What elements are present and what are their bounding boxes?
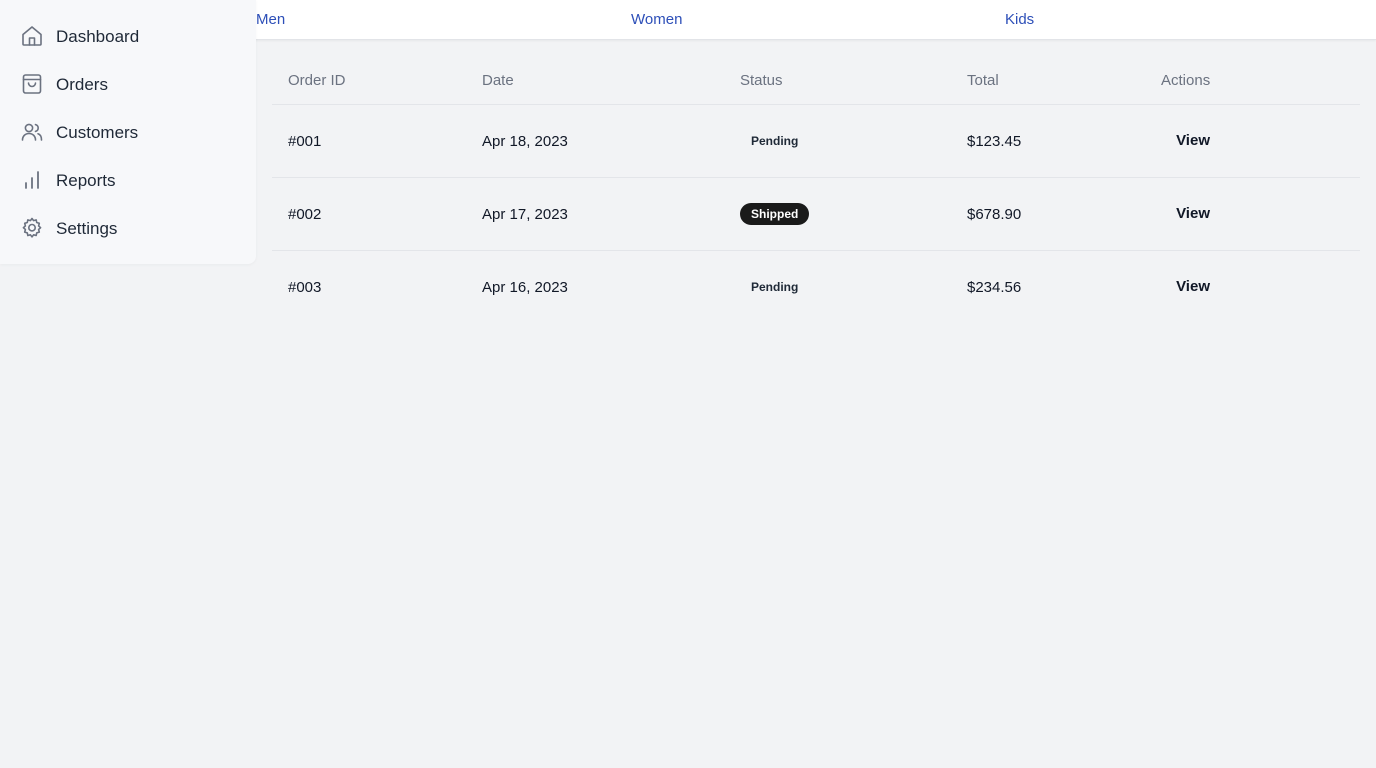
order-id: #003 bbox=[288, 279, 322, 296]
gear-icon bbox=[20, 216, 44, 240]
view-button[interactable]: View bbox=[1176, 205, 1210, 222]
order-total: $123.45 bbox=[967, 133, 1022, 150]
nav-link-women[interactable]: Women bbox=[631, 11, 682, 28]
table-row: #002 Apr 17, 2023 Shipped $678.90 View bbox=[272, 178, 1360, 251]
table-header: Order ID Date Status Total Actions bbox=[272, 56, 1360, 105]
view-button[interactable]: View bbox=[1176, 132, 1210, 149]
status-badge: Shipped bbox=[740, 203, 810, 225]
users-icon bbox=[20, 120, 44, 144]
status-cell: Pending bbox=[740, 276, 809, 298]
column-header-actions: Actions bbox=[1161, 72, 1211, 89]
status-cell: Pending bbox=[740, 130, 809, 152]
sidebar-item-label: Settings bbox=[56, 219, 118, 238]
sidebar-item-customers[interactable]: Customers bbox=[0, 108, 256, 156]
sidebar-item-label: Orders bbox=[56, 75, 108, 94]
order-id: #002 bbox=[288, 206, 322, 223]
sidebar-item-label: Reports bbox=[56, 171, 116, 190]
home-icon bbox=[20, 24, 44, 48]
sidebar: Dashboard Orders Customers Reports Setti… bbox=[0, 0, 256, 264]
order-total: $678.90 bbox=[967, 206, 1022, 223]
status-badge: Pending bbox=[751, 134, 799, 148]
bar-chart-icon bbox=[20, 168, 44, 192]
sidebar-item-label: Dashboard bbox=[56, 27, 140, 46]
nav-link-kids[interactable]: Kids bbox=[1005, 11, 1034, 28]
status-cell: Shipped bbox=[740, 203, 810, 225]
view-button[interactable]: View bbox=[1176, 278, 1210, 295]
sidebar-item-label: Customers bbox=[56, 123, 139, 142]
orders-table: Order ID Date Status Total Actions #001 … bbox=[272, 56, 1360, 324]
sidebar-item-dashboard[interactable]: Dashboard bbox=[0, 12, 256, 60]
order-date: Apr 17, 2023 bbox=[482, 206, 568, 223]
status-badge: Pending bbox=[751, 280, 799, 294]
order-total: $234.56 bbox=[967, 279, 1022, 296]
column-header-order-id[interactable]: Order ID bbox=[288, 72, 346, 89]
table-row: #001 Apr 18, 2023 Pending $123.45 View bbox=[272, 105, 1360, 178]
nav-link-men[interactable]: Men bbox=[256, 11, 285, 28]
order-id: #001 bbox=[288, 133, 322, 150]
sidebar-item-orders[interactable]: Orders bbox=[0, 60, 256, 108]
column-header-date[interactable]: Date bbox=[482, 72, 514, 89]
order-date: Apr 16, 2023 bbox=[482, 279, 568, 296]
column-header-status[interactable]: Status bbox=[740, 72, 783, 89]
shopping-bag-icon bbox=[20, 72, 44, 96]
order-date: Apr 18, 2023 bbox=[482, 133, 568, 150]
table-row: #003 Apr 16, 2023 Pending $234.56 View bbox=[272, 251, 1360, 324]
sidebar-item-reports[interactable]: Reports bbox=[0, 156, 256, 204]
column-header-total[interactable]: Total bbox=[967, 72, 999, 89]
sidebar-item-settings[interactable]: Settings bbox=[0, 204, 256, 252]
